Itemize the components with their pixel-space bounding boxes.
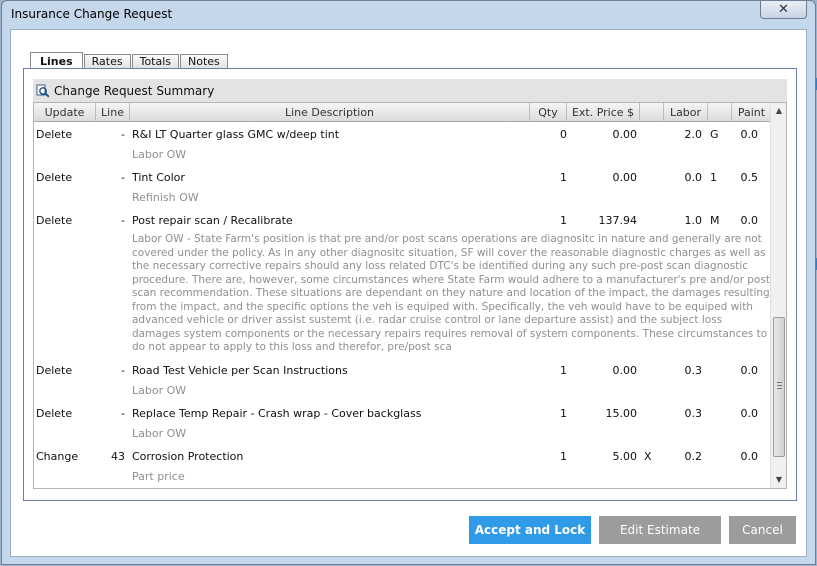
labor-cell: 0.2 [684,450,703,463]
description-cell: Tint Color [132,171,185,184]
column-ext-price[interactable]: Ext. Price $ [567,103,640,122]
close-icon: ✕ [778,2,789,17]
tab-totals[interactable]: Totals [131,54,180,69]
update-cell: Change [36,450,79,463]
dialog-body: Lines Rates Totals Notes Change Request … [10,29,807,557]
line-cell: - [121,128,125,141]
edit-estimate-button[interactable]: Edit Estimate [599,516,721,544]
table-row[interactable]: Delete - Replace Temp Repair - Crash wra… [34,401,771,444]
labor-code-cell: G [710,128,719,141]
qty-cell: 1 [560,364,567,377]
column-description[interactable]: Line Description [130,103,530,122]
lines-grid: Update Line Line Description Qty Ext. Pr… [33,102,787,489]
table-row[interactable]: Delete - Road Test Vehicle per Scan Inst… [34,358,771,401]
paint-cell: 0.0 [740,407,759,420]
lines-panel: Change Request Summary Update Line Line … [23,68,797,501]
column-paint[interactable]: Paint [732,103,771,122]
accept-and-lock-button[interactable]: Accept and Lock [469,516,591,544]
price-flag-cell: X [644,450,652,463]
tab-lines[interactable]: Lines [30,52,83,69]
qty-cell: 1 [560,171,567,184]
price-cell: 0.00 [612,171,638,184]
panel-title: Change Request Summary [54,83,215,98]
table-row[interactable]: Delete - Post repair scan / Recalibrate … [34,208,771,358]
line-cell: 43 [111,450,125,463]
labor-cell: 0.3 [684,364,703,377]
qty-cell: 0 [560,128,567,141]
line-cell: - [121,407,125,420]
scroll-down-icon[interactable]: ▼ [771,472,786,488]
row-note: Part price [132,470,185,483]
paint-cell: 0.0 [740,450,759,463]
labor-code-cell: M [710,214,720,227]
labor-cell: 0.3 [684,407,703,420]
title-bar[interactable]: Insurance Change Request ✕ [2,1,815,29]
cancel-button[interactable]: Cancel [729,516,796,544]
column-qty[interactable]: Qty [530,103,567,122]
window-title: Insurance Change Request [11,7,173,21]
column-labor-code[interactable] [708,103,732,122]
qty-cell: 1 [560,407,567,420]
labor-cell: 0.0 [684,171,703,184]
row-note: Labor OW - State Farm's position is that… [132,233,770,353]
close-button[interactable]: ✕ [760,1,807,19]
tab-notes[interactable]: Notes [180,54,228,69]
qty-cell: 1 [560,214,567,227]
paint-cell: 0.5 [740,171,759,184]
labor-code-cell: 1 [710,171,717,184]
price-cell: 137.94 [598,214,638,227]
table-row[interactable]: Delete - Tint Color 1 0.00 0.0 1 0.5 Ref… [34,165,771,208]
description-cell: Road Test Vehicle per Scan Instructions [132,364,348,377]
tab-rates[interactable]: Rates [83,54,131,69]
qty-cell: 1 [560,450,567,463]
column-price-flag[interactable] [640,103,664,122]
update-cell: Delete [36,364,73,377]
scroll-up-icon[interactable]: ▲ [771,103,786,119]
column-labor[interactable]: Labor [664,103,708,122]
description-cell: Corrosion Protection [132,450,244,463]
column-update[interactable]: Update [34,103,96,122]
price-cell: 5.00 [612,450,638,463]
paint-cell: 0.0 [740,364,759,377]
labor-cell: 2.0 [684,128,703,141]
update-cell: Delete [36,128,73,141]
description-cell: Post repair scan / Recalibrate [132,214,293,227]
tab-strip: Lines Rates Totals Notes [30,52,229,69]
price-cell: 0.00 [612,364,638,377]
price-cell: 0.00 [612,128,638,141]
update-cell: Delete [36,407,73,420]
description-cell: Replace Temp Repair - Crash wrap - Cover… [132,407,422,420]
grip-icon [777,382,782,389]
line-cell: - [121,214,125,227]
row-note: Labor OW [132,148,187,161]
column-line[interactable]: Line [96,103,130,122]
table-row[interactable]: Delete - R&I LT Quarter glass GMC w/deep… [34,122,771,165]
description-cell: R&I LT Quarter glass GMC w/deep tint [132,128,340,141]
paint-cell: 0.0 [740,214,759,227]
grid-rows: Delete - R&I LT Quarter glass GMC w/deep… [34,122,771,488]
panel-header: Change Request Summary [33,79,787,102]
row-note: Labor OW [132,384,187,397]
dialog-window: Insurance Change Request ✕ Lines Rates T… [1,0,816,565]
vertical-scrollbar[interactable]: ▲ ▼ [770,103,786,488]
update-cell: Delete [36,214,73,227]
price-cell: 15.00 [605,407,638,420]
paint-cell: 0.0 [740,128,759,141]
row-note: Labor OW [132,427,187,440]
column-header-row: Update Line Line Description Qty Ext. Pr… [34,103,771,122]
labor-cell: 1.0 [684,214,703,227]
line-cell: - [121,364,125,377]
table-row[interactable]: Change 43 Corrosion Protection 1 5.00 X … [34,444,771,488]
line-cell: - [121,171,125,184]
update-cell: Delete [36,171,73,184]
scrollbar-thumb[interactable] [773,317,785,457]
row-note: Refinish OW [132,191,199,204]
magnifier-icon [36,84,50,97]
